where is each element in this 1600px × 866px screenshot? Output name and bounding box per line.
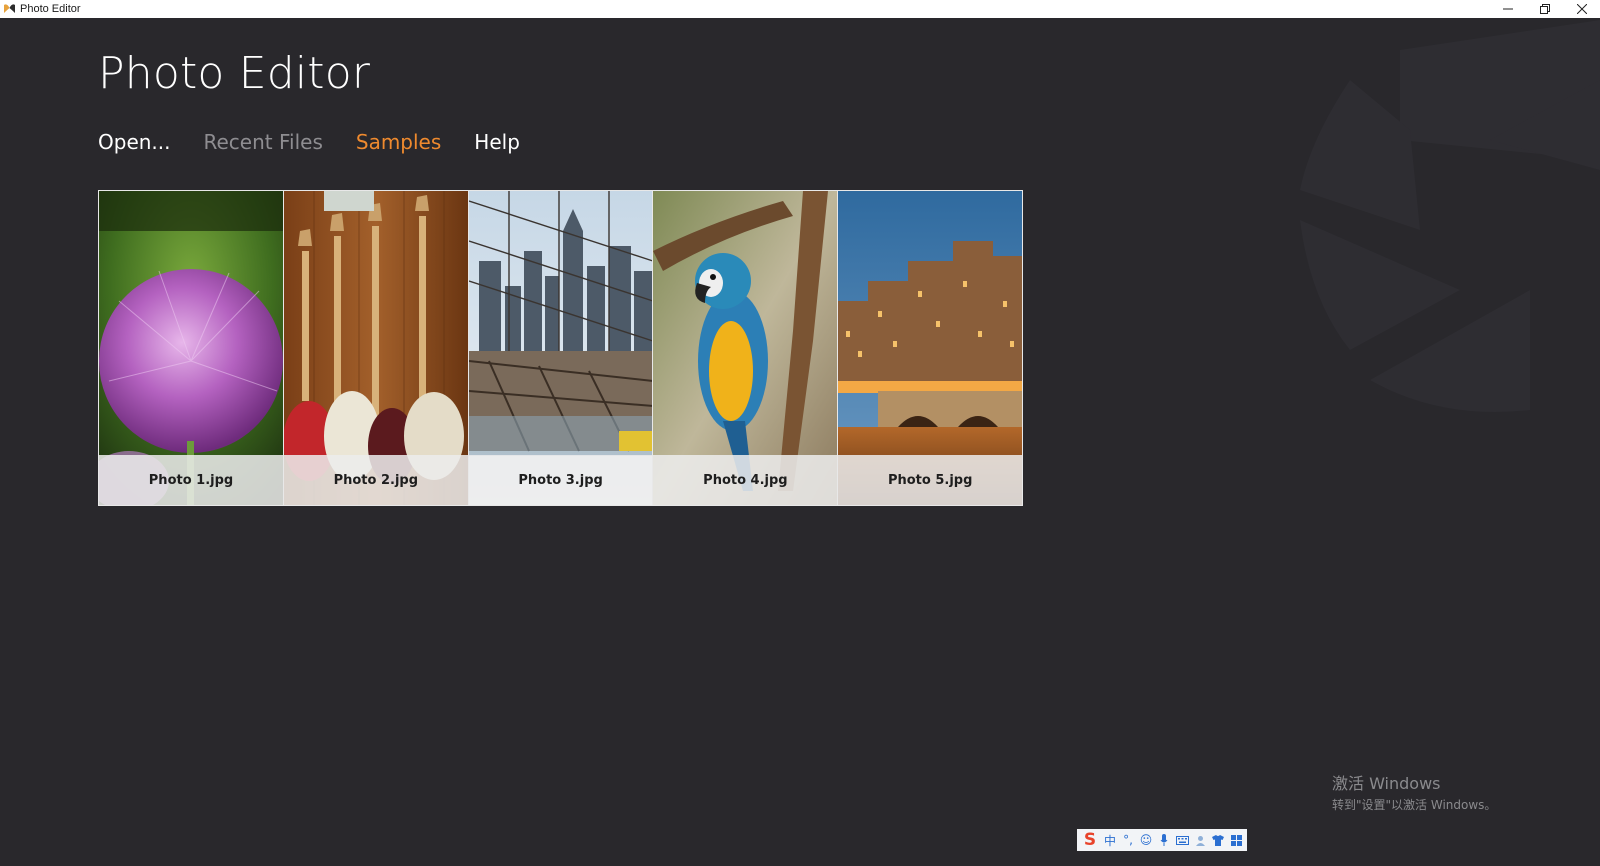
sample-tile-5[interactable]: Photo 5.jpg — [838, 191, 1022, 505]
activation-subtitle: 转到"设置"以激活 Windows。 — [1332, 798, 1497, 812]
tile-caption-text: Photo 5.jpg — [887, 472, 973, 488]
ime-toolbar: S 中 °, ☺ — [1077, 829, 1247, 851]
nav-recent-files[interactable]: Recent Files — [204, 130, 323, 154]
samples-gallery: Photo 1.jpg Photo 2.jpg Photo 3.jpg Phot… — [98, 190, 1023, 506]
tile-caption-text: Photo 4.jpg — [703, 472, 788, 488]
background-aperture-logo — [1300, 20, 1600, 412]
tile-caption: Photo 4.jpg — [653, 455, 838, 505]
main-nav: Open... Recent Files Samples Help — [98, 130, 520, 154]
windows-activation-notice: 激活 Windows 转到"设置"以激活 Windows。 — [1332, 770, 1496, 813]
sample-tile-3[interactable]: Photo 3.jpg — [468, 191, 653, 505]
minimize-icon — [1502, 8, 1513, 10]
grid-icon[interactable] — [1227, 830, 1245, 850]
tile-caption: Photo 2.jpg — [283, 455, 468, 505]
minimize-button[interactable] — [1489, 0, 1526, 18]
app-logo-icon — [2, 2, 16, 16]
close-button[interactable] — [1563, 0, 1600, 18]
restore-icon — [1539, 4, 1550, 14]
sample-tile-4[interactable]: Photo 4.jpg — [653, 191, 838, 505]
punctuation-icon[interactable]: °, — [1119, 830, 1137, 850]
tile-caption: Photo 5.jpg — [838, 455, 1022, 505]
tile-caption-text: Photo 3.jpg — [518, 472, 603, 488]
window-title: Photo Editor — [20, 3, 81, 15]
user-icon[interactable] — [1191, 830, 1209, 850]
nav-samples[interactable]: Samples — [356, 130, 441, 154]
restore-button[interactable] — [1526, 0, 1563, 18]
sample-tile-2[interactable]: Photo 2.jpg — [283, 191, 468, 505]
page-title: Photo Editor — [98, 48, 371, 99]
tile-caption-text: Photo 1.jpg — [148, 472, 234, 488]
sample-tile-1[interactable]: Photo 1.jpg — [99, 191, 283, 505]
ime-mode-toggle[interactable]: 中 — [1101, 830, 1119, 850]
tile-caption-text: Photo 2.jpg — [333, 472, 419, 488]
app-window: Photo Editor Photo Editor Open... Recent… — [0, 0, 1600, 866]
emoji-icon[interactable]: ☺ — [1137, 830, 1155, 850]
close-icon — [1576, 4, 1587, 14]
keyboard-icon[interactable] — [1173, 830, 1191, 850]
microphone-icon[interactable] — [1155, 830, 1173, 850]
tile-caption: Photo 3.jpg — [468, 455, 653, 505]
nav-open[interactable]: Open... — [98, 130, 171, 154]
nav-help[interactable]: Help — [474, 130, 520, 154]
window-controls — [1489, 0, 1600, 18]
shirt-icon[interactable] — [1209, 830, 1227, 850]
tile-caption: Photo 1.jpg — [99, 455, 283, 505]
activation-title: 激活 Windows — [1332, 774, 1441, 793]
ime-logo-icon[interactable]: S — [1079, 830, 1101, 850]
title-bar[interactable]: Photo Editor — [0, 0, 1600, 18]
